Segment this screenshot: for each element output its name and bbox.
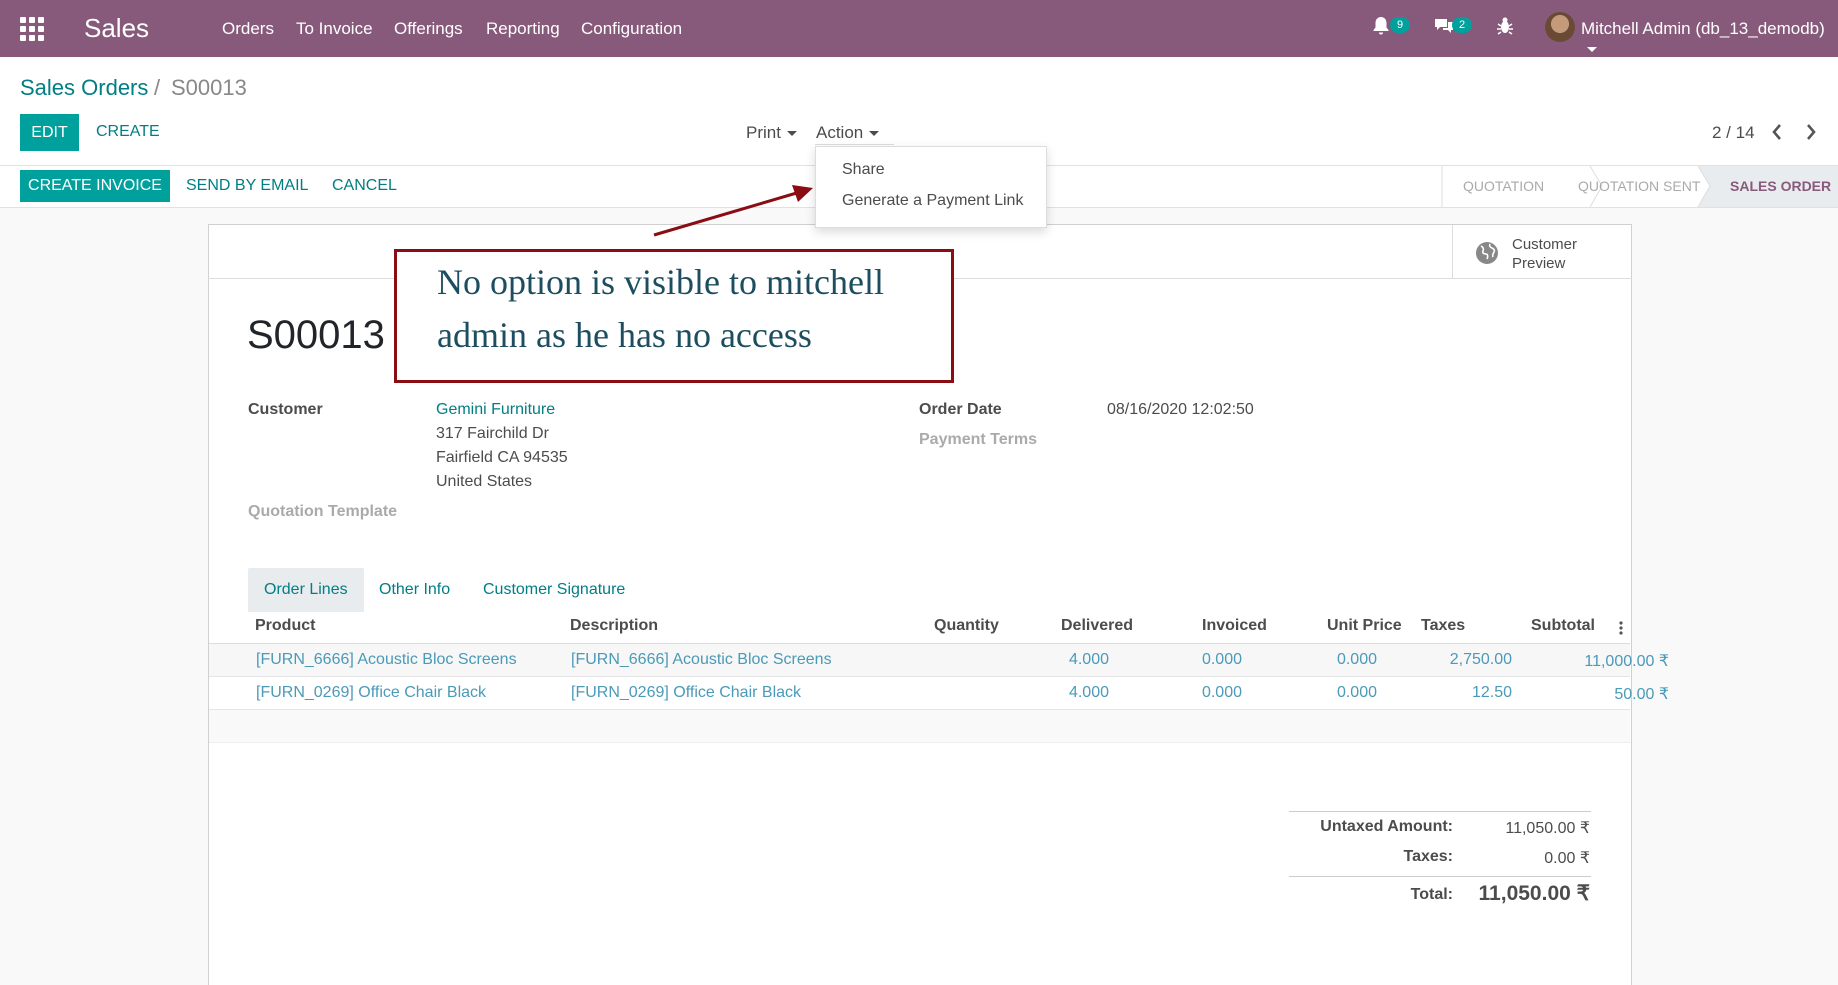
cell-description[interactable]: [FURN_0269] Office Chair Black <box>571 684 801 702</box>
menu-to-invoice[interactable]: To Invoice <box>296 19 373 39</box>
preview-line-1: Customer <box>1512 236 1578 253</box>
untaxed-amount-value: 11,050.00 ₹ <box>1505 820 1590 837</box>
chevron-left-icon <box>1772 124 1781 140</box>
cancel-button[interactable]: Cancel <box>332 177 397 195</box>
bug-icon[interactable] <box>1496 16 1514 42</box>
cell-quantity[interactable]: 4.000 <box>1009 651 1109 669</box>
address-line-2: Fairfield CA 94535 <box>436 449 568 466</box>
breadcrumb-current: S00013 <box>171 75 247 100</box>
cell-product[interactable]: [FURN_6666] Acoustic Bloc Screens <box>256 651 517 669</box>
breadcrumb-sales-orders[interactable]: Sales Orders <box>20 75 148 101</box>
table-row[interactable]: [FURN_0269] Office Chair Black [FURN_026… <box>209 676 1669 709</box>
customer-preview-button[interactable]: Customer Preview <box>1452 225 1631 278</box>
chevron-down-icon <box>869 131 880 137</box>
taxes-label: Taxes: <box>1403 848 1453 865</box>
tab-order-lines[interactable]: Order Lines <box>248 568 364 612</box>
total-label: Total: <box>1410 886 1453 903</box>
stage-quotation[interactable]: Quotation <box>1463 178 1544 194</box>
user-name: Mitchell Admin (db_13_demodb) <box>1581 19 1825 38</box>
taxes-value: 0.00 ₹ <box>1544 850 1590 867</box>
column-header-subtotal[interactable]: Subtotal <box>1531 617 1595 635</box>
column-header-description[interactable]: Description <box>570 617 658 635</box>
chevron-down-icon <box>786 131 797 137</box>
annotation-arrow-icon <box>653 185 813 237</box>
app-menu-icon[interactable] <box>20 17 44 41</box>
column-header-unit-price[interactable]: Unit Price <box>1327 617 1402 635</box>
menu-configuration[interactable]: Configuration <box>581 19 682 39</box>
annotation-text: No option is visible to mitchell admin a… <box>437 262 884 355</box>
action-toggle-underline <box>815 144 894 145</box>
action-dropdown[interactable]: Action <box>816 123 880 143</box>
pager-next[interactable] <box>1804 122 1818 148</box>
cell-invoiced[interactable]: 0.000 <box>1277 651 1377 669</box>
menu-orders[interactable]: Orders <box>222 19 274 39</box>
column-header-product[interactable]: Product <box>255 617 315 635</box>
order-date-value: 08/16/2020 12:02:50 <box>1107 401 1254 418</box>
top-navbar: Sales Orders To Invoice Offerings Report… <box>0 0 1838 57</box>
user-menu[interactable]: Mitchell Admin (db_13_demodb) <box>1581 19 1838 59</box>
globe-icon <box>1476 242 1498 264</box>
address-line-3: United States <box>436 473 533 490</box>
stage-quotation-sent[interactable]: Quotation Sent <box>1578 178 1700 194</box>
cell-delivered[interactable]: 0.000 <box>1142 651 1242 669</box>
order-date-label: Order Date <box>919 401 1002 418</box>
send-by-email-button[interactable]: Send by Email <box>186 177 308 195</box>
menu-reporting[interactable]: Reporting <box>486 19 560 39</box>
tab-other-info[interactable]: Other Info <box>379 568 450 612</box>
cell-unit-price[interactable]: 12.50 <box>1392 684 1512 702</box>
total-value: 11,050.00 ₹ <box>1478 882 1590 905</box>
table-row[interactable]: [FURN_6666] Acoustic Bloc Screens [FURN_… <box>209 643 1669 676</box>
cell-product[interactable]: [FURN_0269] Office Chair Black <box>256 684 486 702</box>
address-line-1: 317 Fairchild Dr <box>436 425 549 442</box>
column-header-delivered[interactable]: Delivered <box>1061 617 1133 635</box>
print-dropdown[interactable]: Print <box>746 123 797 143</box>
app-title[interactable]: Sales <box>84 13 149 44</box>
customer-label: Customer <box>248 401 323 418</box>
totals-divider <box>1289 876 1591 877</box>
column-header-taxes[interactable]: Taxes <box>1421 617 1465 635</box>
action-label: Action <box>816 123 864 142</box>
create-invoice-button[interactable]: Create Invoice <box>20 170 170 202</box>
cell-subtotal[interactable]: 50.00 ₹ <box>1509 684 1669 704</box>
messages-badge: 2 <box>1452 17 1472 33</box>
cell-delivered[interactable]: 0.000 <box>1142 684 1242 702</box>
column-options-icon[interactable] <box>1618 620 1624 636</box>
notification-badge: 9 <box>1390 17 1410 33</box>
untaxed-amount-label: Untaxed Amount: <box>1320 818 1453 835</box>
chat-icon[interactable] <box>1433 16 1455 42</box>
table-row-empty <box>209 709 1630 742</box>
print-label: Print <box>746 123 781 142</box>
menu-item-generate-payment-link[interactable]: Generate a Payment Link <box>842 192 1023 210</box>
avatar[interactable] <box>1545 12 1575 42</box>
cell-invoiced[interactable]: 0.000 <box>1277 684 1377 702</box>
edit-button[interactable]: Edit <box>20 114 79 151</box>
column-header-quantity[interactable]: Quantity <box>934 617 999 635</box>
action-dropdown-menu: Share Generate a Payment Link <box>815 146 1047 228</box>
chevron-right-icon <box>1807 124 1816 140</box>
stage-sales-order[interactable]: Sales Order <box>1730 178 1831 194</box>
menu-offerings[interactable]: Offerings <box>394 19 463 39</box>
pager-previous[interactable] <box>1770 122 1784 148</box>
table-bottom-border <box>209 742 1630 743</box>
customer-preview-label: Customer Preview <box>1512 235 1577 273</box>
column-header-invoiced[interactable]: Invoiced <box>1202 617 1267 635</box>
cell-unit-price[interactable]: 2,750.00 <box>1392 651 1512 669</box>
cell-subtotal[interactable]: 11,000.00 ₹ <box>1509 651 1669 671</box>
create-button[interactable]: Create <box>96 123 160 141</box>
page-title: S00013 <box>247 313 385 357</box>
cell-description[interactable]: [FURN_6666] Acoustic Bloc Screens <box>571 651 832 669</box>
breadcrumb-separator: / <box>154 75 161 100</box>
tab-customer-signature[interactable]: Customer Signature <box>483 568 625 612</box>
pager-value[interactable]: 2 / 14 <box>1712 123 1755 143</box>
totals-top-border <box>1289 811 1591 812</box>
customer-link[interactable]: Gemini Furniture <box>436 401 555 419</box>
menu-item-share[interactable]: Share <box>842 161 885 179</box>
quotation-template-label: Quotation Template <box>248 503 398 520</box>
payment-terms-label: Payment Terms <box>919 431 1037 448</box>
chevron-down-icon <box>1587 47 1597 53</box>
preview-line-2: Preview <box>1512 255 1566 272</box>
cell-quantity[interactable]: 4.000 <box>1009 684 1109 702</box>
bell-icon[interactable] <box>1372 16 1390 42</box>
